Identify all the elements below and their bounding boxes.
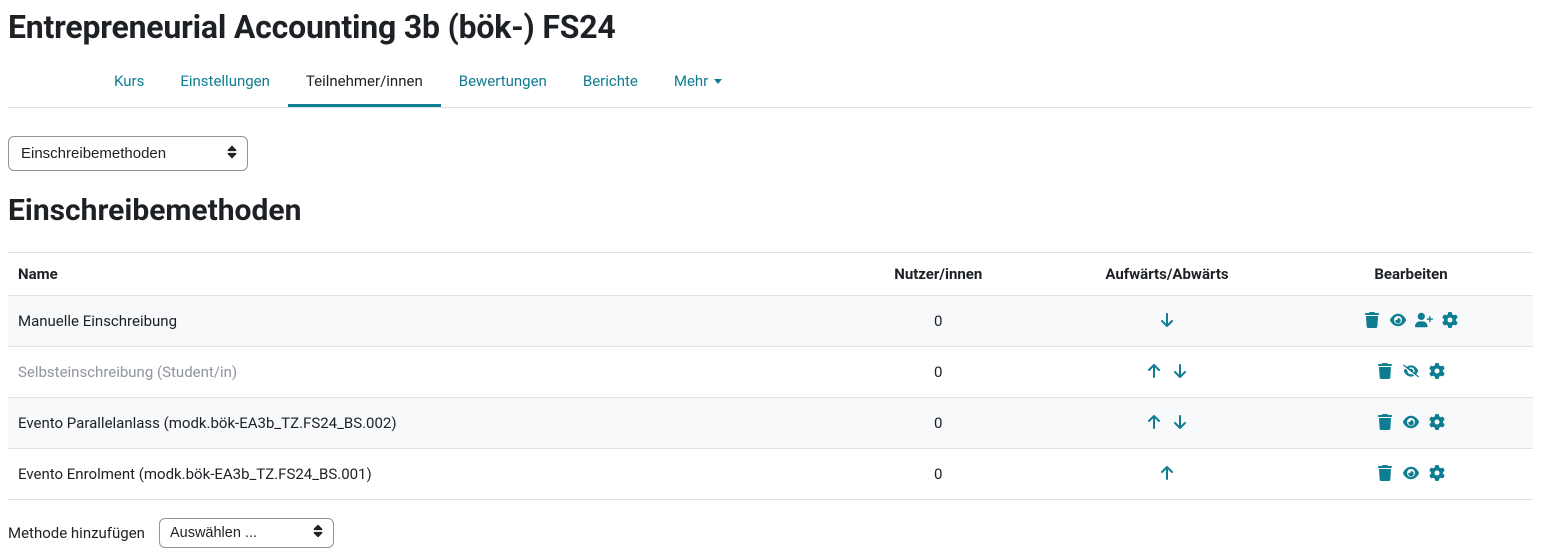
course-tabs: KursEinstellungenTeilnehmer/innenBewertu… — [8, 60, 1533, 108]
move-up-button[interactable] — [1144, 361, 1164, 381]
move-down-button[interactable] — [1157, 310, 1177, 330]
user-count: 0 — [832, 449, 1046, 500]
arrow-up-icon — [1146, 363, 1162, 379]
user-count: 0 — [832, 398, 1046, 449]
add-method-select[interactable]: Auswählen ... — [159, 518, 334, 548]
gear-icon — [1429, 363, 1445, 379]
move-cell — [1045, 449, 1289, 500]
settings-button[interactable] — [1440, 310, 1460, 330]
delete-button[interactable] — [1362, 310, 1382, 330]
th-name: Name — [8, 253, 832, 296]
th-users: Nutzer/innen — [832, 253, 1046, 296]
enrolment-methods-table: Name Nutzer/innen Aufwärts/Abwärts Bearb… — [8, 252, 1533, 500]
user-count: 0 — [832, 347, 1046, 398]
tab-bewertungen[interactable]: Bewertungen — [441, 60, 565, 107]
th-updown: Aufwärts/Abwärts — [1045, 253, 1289, 296]
enrol-users-button[interactable] — [1414, 310, 1434, 330]
gear-icon — [1429, 465, 1445, 481]
settings-button[interactable] — [1427, 412, 1447, 432]
show-button[interactable] — [1388, 310, 1408, 330]
user-count: 0 — [832, 296, 1046, 347]
gear-icon — [1442, 312, 1458, 328]
th-edit: Bearbeiten — [1289, 253, 1533, 296]
method-name: Manuelle Einschreibung — [8, 296, 832, 347]
add-method-label: Methode hinzufügen — [8, 524, 145, 542]
tab-more[interactable]: Mehr — [656, 60, 740, 107]
move-cell — [1045, 347, 1289, 398]
edit-cell — [1289, 347, 1533, 398]
show-button[interactable] — [1401, 463, 1421, 483]
delete-button[interactable] — [1375, 412, 1395, 432]
gear-icon — [1429, 414, 1445, 430]
move-down-button[interactable] — [1170, 412, 1190, 432]
table-row: Selbsteinschreibung (Student/in)0 — [8, 347, 1533, 398]
method-name: Evento Parallelanlass (modk.bök-EA3b_TZ.… — [8, 398, 832, 449]
arrow-up-icon — [1146, 414, 1162, 430]
arrow-down-icon — [1172, 363, 1188, 379]
add-method-row: Methode hinzufügen Auswählen ... — [8, 518, 1533, 548]
tab-teilnehmer-innen[interactable]: Teilnehmer/innen — [288, 60, 441, 107]
edit-cell — [1289, 398, 1533, 449]
tab-kurs[interactable]: Kurs — [96, 60, 162, 107]
eye-icon — [1403, 465, 1419, 481]
page-title: Entrepreneurial Accounting 3b (bök-) FS2… — [8, 0, 1533, 60]
user-plus-icon — [1415, 312, 1433, 328]
delete-icon — [1364, 312, 1380, 328]
table-row: Manuelle Einschreibung0 — [8, 296, 1533, 347]
add-method-select-wrap: Auswählen ... — [159, 518, 334, 548]
delete-icon — [1377, 465, 1393, 481]
tab-einstellungen[interactable]: Einstellungen — [162, 60, 288, 107]
edit-cell — [1289, 449, 1533, 500]
settings-button[interactable] — [1427, 463, 1447, 483]
method-name: Evento Enrolment (modk.bök-EA3b_TZ.FS24_… — [8, 449, 832, 500]
delete-button[interactable] — [1375, 361, 1395, 381]
move-down-button[interactable] — [1170, 361, 1190, 381]
tertiary-nav-select[interactable]: Einschreibemethoden — [8, 136, 248, 171]
settings-button[interactable] — [1427, 361, 1447, 381]
eye-slash-icon — [1403, 363, 1419, 379]
edit-cell — [1289, 296, 1533, 347]
arrow-up-icon — [1159, 465, 1175, 481]
chevron-down-icon — [714, 79, 722, 84]
eye-icon — [1403, 414, 1419, 430]
delete-icon — [1377, 363, 1393, 379]
eye-icon — [1390, 312, 1406, 328]
move-cell — [1045, 398, 1289, 449]
tertiary-nav-select-wrap: Einschreibemethoden — [8, 136, 248, 171]
arrow-down-icon — [1159, 312, 1175, 328]
move-up-button[interactable] — [1144, 412, 1164, 432]
table-row: Evento Enrolment (modk.bök-EA3b_TZ.FS24_… — [8, 449, 1533, 500]
table-row: Evento Parallelanlass (modk.bök-EA3b_TZ.… — [8, 398, 1533, 449]
arrow-down-icon — [1172, 414, 1188, 430]
move-up-button[interactable] — [1157, 463, 1177, 483]
hidden-button[interactable] — [1401, 361, 1421, 381]
move-cell — [1045, 296, 1289, 347]
tab-berichte[interactable]: Berichte — [565, 60, 656, 107]
delete-icon — [1377, 414, 1393, 430]
method-name: Selbsteinschreibung (Student/in) — [8, 347, 832, 398]
delete-button[interactable] — [1375, 463, 1395, 483]
show-button[interactable] — [1401, 412, 1421, 432]
section-title: Einschreibemethoden — [8, 193, 1533, 228]
